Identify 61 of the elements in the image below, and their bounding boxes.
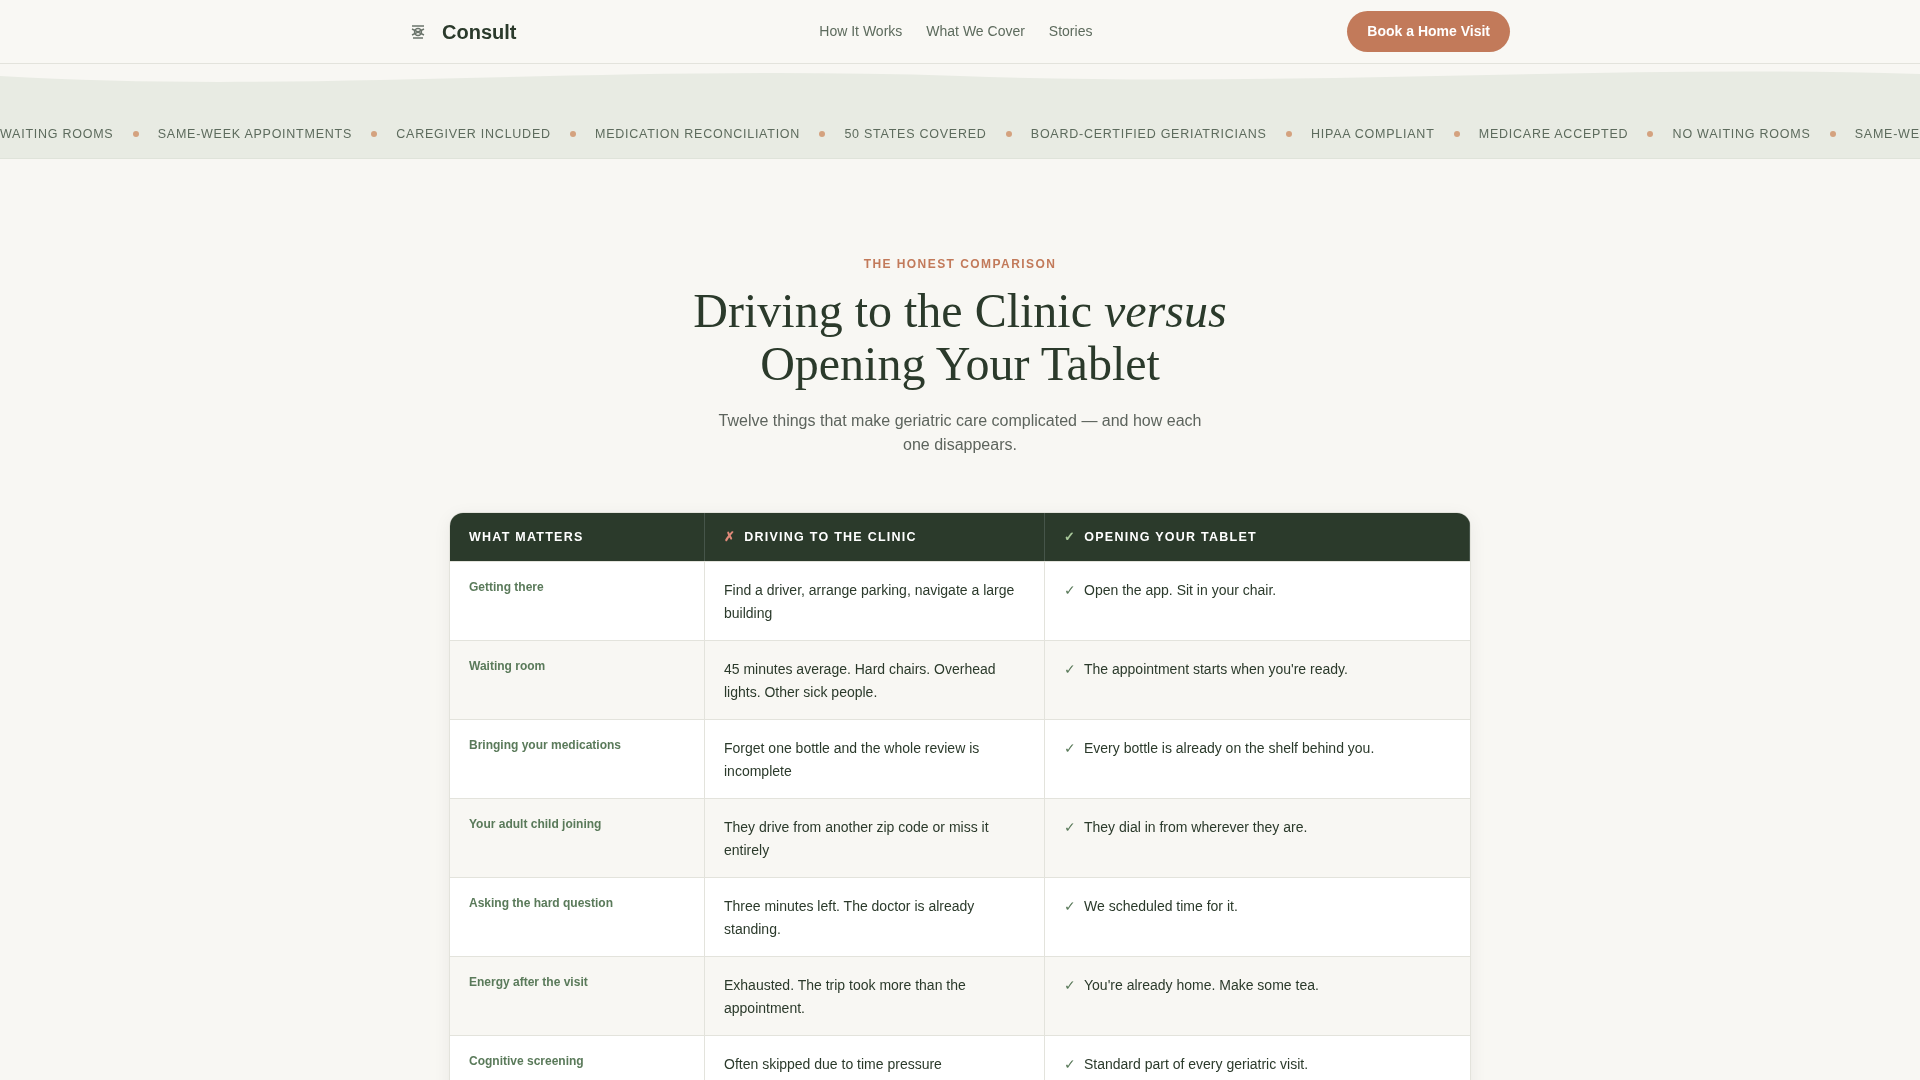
check-mark: ✓ [1064,818,1076,838]
book-visit-button[interactable]: Book a Home Visit [1347,11,1510,52]
table-cell-text: The appointment starts when you're ready. [1084,660,1348,680]
ticker-item: CAREGIVER INCLUDED [396,125,551,143]
cross-mark: ✗ [724,528,737,546]
dot-icon [1829,131,1836,137]
brand-name[interactable]: Consult [442,16,517,47]
row-label: Your adult child joining [450,798,705,878]
section-eyebrow: THE HONEST COMPARISON [862,256,1058,273]
table-cell: Often skipped due to time pressure [705,1035,1045,1080]
table-cell: Find a driver, arrange parking, navigate a large building [705,561,1045,641]
check-mark: ✓ [1064,976,1076,996]
check-mark: ✓ [1064,897,1076,917]
table-cell: Three minutes left. The doctor is already standing. [705,877,1045,957]
table-cell: Forget one bottle and the whole review is incomplete [705,719,1045,799]
nav-link[interactable]: How It Works [819,21,903,42]
table-cell: 45 minutes average. Hard chairs. Overhead lights. Other sick people. [705,640,1045,720]
row-label: Waiting room [450,640,705,720]
column-header: DRIVING TO THE CLINIC [744,528,917,546]
row-label: Asking the hard question [450,877,705,957]
table-cell-text: We scheduled time for it. [1084,897,1238,917]
check-mark: ✓ [1064,739,1076,759]
section-subtitle: Twelve things that make geriatric care complicated — and how each one disappears. [717,410,1203,455]
row-label: Cognitive screening [450,1035,705,1080]
logo-icon [410,24,426,39]
section-title: Driving to the Clinic versus Opening Your Tablet [692,285,1228,391]
ticker-item: SAME-WE [1854,125,1920,143]
table-cell-text: Every bottle is already on the shelf behind you. [1084,739,1375,759]
table-cell-text: They dial in from wherever they are. [1084,818,1308,838]
table-cell-text: Standard part of every geriatric visit. [1084,1055,1309,1075]
check-mark: ✓ [1064,581,1076,601]
ticker-item: WAITING ROOMS [0,125,114,143]
check-mark: ✓ [1064,528,1077,546]
dot-icon [371,131,378,137]
ticker-item: MEDICARE ACCEPTED [1478,125,1629,143]
dot-icon [1285,131,1292,137]
ticker-item: BOARD-CERTIFIED GERIATRICIANS [1030,125,1267,143]
dot-icon [1005,131,1012,137]
column-header: WHAT MATTERS [450,512,705,562]
ticker-item: MEDICATION RECONCILIATION [595,125,801,143]
ticker-item: HIPAA COMPLIANT [1310,125,1435,143]
dot-icon [1647,131,1654,137]
dot-icon [819,131,826,137]
ticker-item: SAME-WEEK APPOINTMENTS [157,125,352,143]
dot-icon [132,131,139,137]
column-header: OPENING YOUR TABLET [1084,528,1257,546]
check-mark: ✓ [1064,660,1076,680]
row-label: Getting there [450,561,705,641]
table-cell-text: Open the app. Sit in your chair. [1084,581,1277,601]
nav-link[interactable]: What We Cover [926,21,1025,42]
check-mark: ✓ [1064,1055,1076,1075]
nav-link[interactable]: Stories [1048,21,1093,42]
ticker-item: NO WAITING ROOMS [1672,125,1811,143]
table-cell: They drive from another zip code or miss it entirely [705,798,1045,878]
table-cell: Exhausted. The trip took more than the appointment. [705,956,1045,1036]
dot-icon [569,131,576,137]
row-label: Bringing your medications [450,719,705,799]
dot-icon [1453,131,1460,137]
row-label: Energy after the visit [450,956,705,1036]
table-cell-text: You're already home. Make some tea. [1084,976,1319,996]
ticker-item: 50 STATES COVERED [844,125,987,143]
